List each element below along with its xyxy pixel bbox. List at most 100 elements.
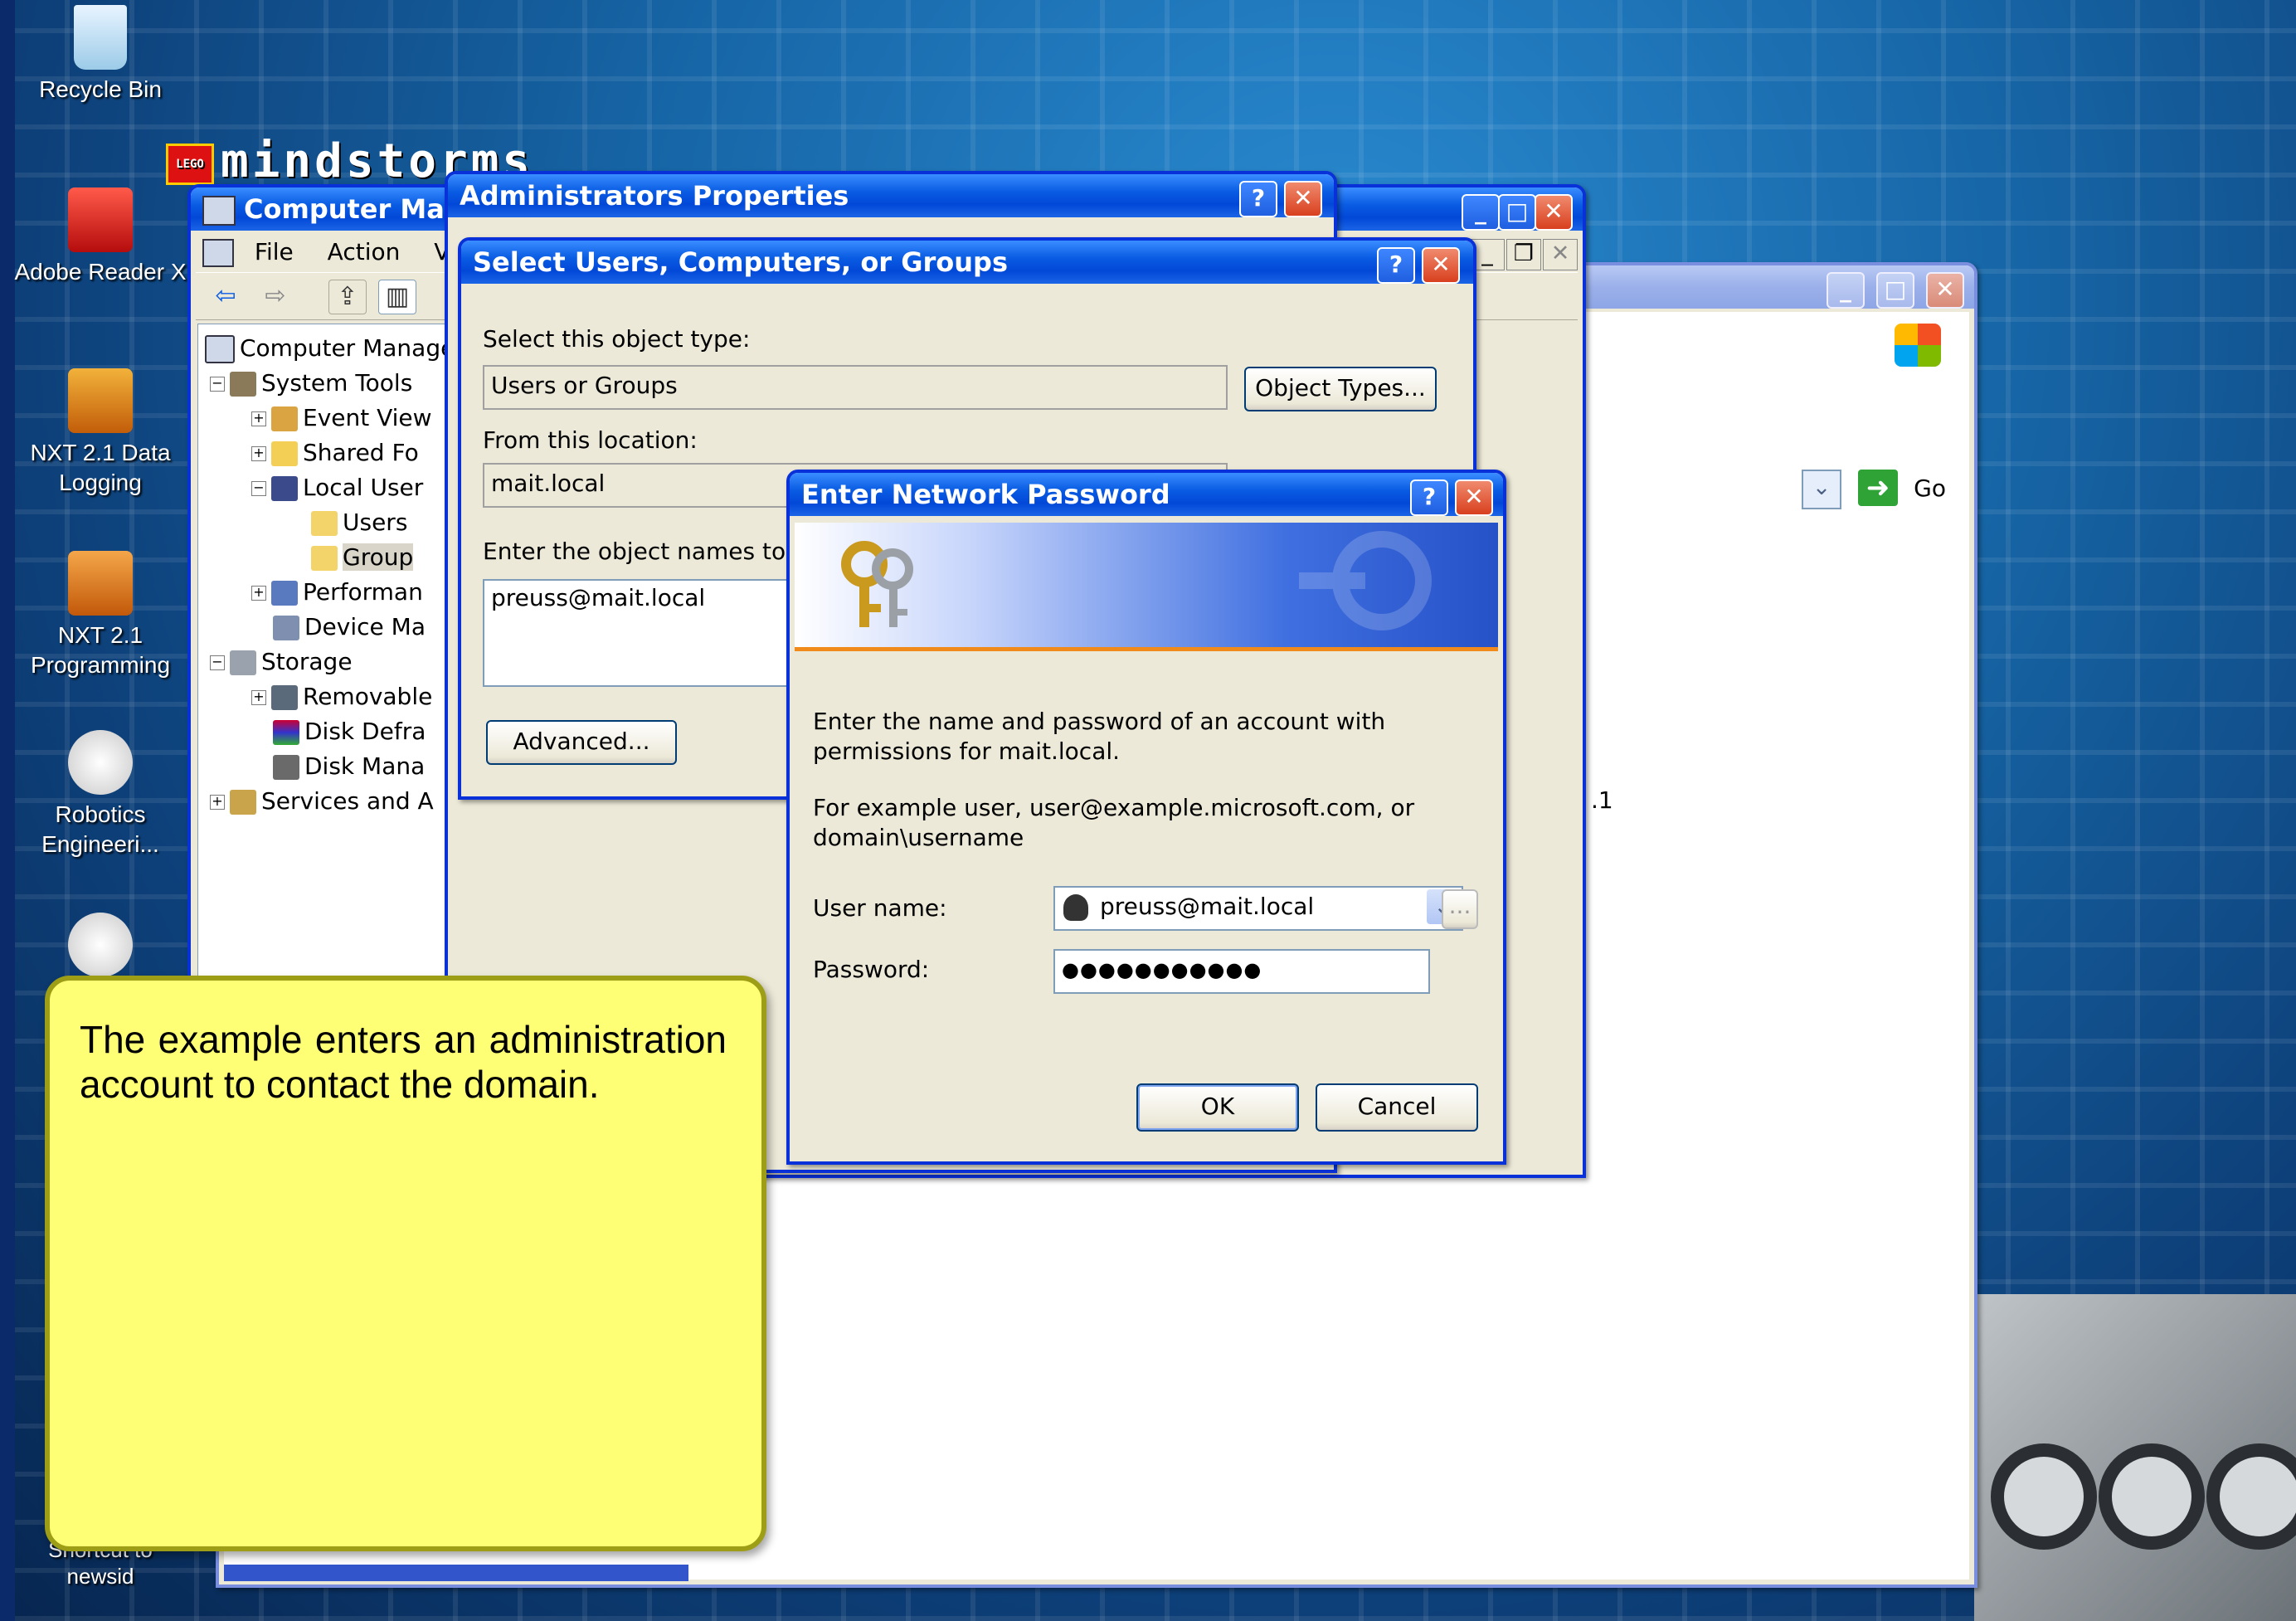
tree-item-storage[interactable]: − Storage	[210, 645, 353, 679]
nxt-programming-icon	[68, 551, 133, 616]
tree-item-label: Local User	[303, 474, 424, 501]
desktop-icon-adobe-reader[interactable]: Adobe Reader X	[13, 187, 187, 287]
services-icon	[230, 790, 256, 815]
nxt-logo-icon	[68, 913, 133, 977]
password-input[interactable]: ●●●●●●●●●●●	[1053, 949, 1430, 994]
dialog-title: Administrators Properties	[460, 180, 849, 212]
storage-icon	[230, 650, 256, 675]
desktop-icon-recycle-bin[interactable]: Recycle Bin	[13, 5, 187, 105]
content-fragment: .1	[1591, 786, 1613, 814]
maximize-button[interactable]: □	[1876, 272, 1914, 309]
network-password-dialog[interactable]: Enter Network Password ? ✕ Enter the nam…	[786, 470, 1506, 1165]
chevron-down-icon[interactable]: ⌄	[1802, 470, 1841, 509]
inner-close-button[interactable]: ✕	[1543, 239, 1578, 270]
menu-file[interactable]: File	[241, 234, 307, 270]
advanced-button[interactable]: Advanced...	[486, 720, 677, 765]
help-button[interactable]: ?	[1410, 479, 1448, 516]
administrators-properties-titlebar[interactable]: Administrators Properties	[448, 174, 1334, 217]
tree-item-event-viewer[interactable]: + Event View	[251, 401, 432, 436]
close-button[interactable]: ✕	[1422, 247, 1460, 284]
tree-item-device-manager[interactable]: Device Ma	[273, 610, 426, 645]
inner-window-controls: _ ❐ ✕	[1470, 239, 1578, 272]
tree-item-performance[interactable]: + Performan	[251, 575, 423, 610]
callout-text: The example enters an administration acc…	[80, 1018, 727, 1106]
tree-item-disk-management[interactable]: Disk Mana	[273, 749, 425, 784]
gear-ring-icon	[2099, 1443, 2205, 1550]
select-users-titlebar[interactable]: Select Users, Computers, or Groups	[461, 241, 1473, 284]
windows-logo-icon	[1895, 324, 1941, 367]
gear-ring-icon	[2206, 1443, 2296, 1550]
maximize-button[interactable]: □	[1498, 194, 1536, 231]
tree-item-services-and-applications[interactable]: + Services and A	[210, 784, 434, 819]
tree-item-computer-management[interactable]: Computer Manage	[205, 331, 448, 366]
close-button[interactable]: ✕	[1926, 272, 1964, 309]
browse-button[interactable]: ...	[1442, 889, 1478, 929]
desktop-icon-nxt-programming[interactable]: NXT 2.1 Programming	[13, 551, 187, 680]
tree-item-users[interactable]: Users	[311, 505, 407, 540]
tree-item-groups[interactable]: Group	[311, 540, 414, 575]
expand-icon[interactable]: +	[251, 586, 266, 601]
taskbar-fragment	[224, 1565, 688, 1581]
collapse-icon[interactable]: −	[251, 481, 266, 496]
ok-button[interactable]: OK	[1136, 1083, 1299, 1132]
object-types-button[interactable]: Object Types...	[1244, 367, 1437, 411]
gear-ring-icon	[1991, 1443, 2097, 1550]
disk-management-icon	[273, 755, 299, 780]
username-value: preuss@mait.local	[1100, 893, 1315, 920]
tree-item-disk-defragmenter[interactable]: Disk Defra	[273, 714, 426, 749]
tree-item-label: Storage	[261, 648, 353, 675]
device-manager-icon	[273, 616, 299, 640]
up-folder-icon[interactable]: ⇪	[328, 280, 367, 314]
desktop-icon-label: Adobe Reader X	[14, 259, 187, 285]
minimize-button[interactable]: _	[1462, 194, 1500, 231]
collapse-icon[interactable]: −	[210, 655, 225, 670]
expand-icon[interactable]: +	[210, 795, 225, 810]
tree-item-label: Disk Defra	[304, 718, 426, 745]
dialog-title: Enter Network Password	[801, 479, 1170, 510]
system-tools-icon	[230, 372, 256, 397]
desktop-icon-nxt-data-logging[interactable]: NXT 2.1 Data Logging	[13, 368, 187, 498]
cancel-button[interactable]: Cancel	[1316, 1083, 1478, 1132]
close-button[interactable]: ✕	[1455, 479, 1493, 516]
help-button[interactable]: ?	[1239, 181, 1277, 217]
tree-item-shared-folders[interactable]: + Shared Fo	[251, 436, 419, 470]
removable-storage-icon	[271, 685, 298, 710]
expand-icon[interactable]: +	[251, 690, 266, 705]
tree-item-system-tools[interactable]: − System Tools	[210, 366, 412, 401]
recycle-bin-icon	[74, 5, 127, 70]
desktop-icon-nxt-partial[interactable]	[13, 913, 187, 979]
show-hide-tree-icon[interactable]: ▥	[378, 280, 416, 314]
object-type-label: Select this object type:	[483, 325, 751, 353]
tree-item-label: Device Ma	[304, 613, 426, 640]
close-button[interactable]: ✕	[1284, 181, 1322, 217]
go-label[interactable]: Go	[1914, 475, 1946, 502]
expand-icon[interactable]: +	[251, 411, 266, 426]
keys-icon	[841, 541, 913, 627]
username-combobox[interactable]: preuss@mait.local ⌄	[1053, 886, 1463, 931]
help-button[interactable]: ?	[1377, 247, 1415, 284]
network-password-titlebar[interactable]: Enter Network Password	[790, 473, 1503, 516]
tree-item-local-users[interactable]: − Local User	[251, 470, 423, 505]
wallpaper-lego-machine	[1974, 1294, 2296, 1621]
nxt-data-logging-icon	[68, 368, 133, 433]
collapse-icon[interactable]: −	[210, 377, 225, 392]
object-names-label: Enter the object names to sel	[483, 538, 826, 565]
mmc-icon	[202, 239, 234, 267]
tutorial-callout: The example enters an administration acc…	[45, 976, 766, 1551]
watermark-keys-icon	[1299, 531, 1432, 630]
back-arrow-icon[interactable]: ⇦	[207, 280, 244, 313]
forward-arrow-icon[interactable]: ⇨	[257, 280, 294, 313]
minimize-button[interactable]: _	[1827, 272, 1865, 309]
close-button[interactable]: ✕	[1535, 194, 1573, 231]
expand-icon[interactable]: +	[251, 446, 266, 461]
inner-restore-button[interactable]: ❐	[1506, 239, 1541, 270]
user-icon	[1063, 894, 1088, 921]
desktop-icon-robotics-engineering[interactable]: Robotics Engineeri...	[13, 730, 187, 859]
disk-defragmenter-icon	[273, 720, 299, 745]
menu-action[interactable]: Action	[314, 234, 414, 270]
tree-item-removable-storage[interactable]: + Removable	[251, 679, 432, 714]
go-arrow-icon[interactable]: ➜	[1858, 470, 1898, 506]
tree-item-label: Event View	[303, 404, 432, 431]
tree-item-label: Computer Manage	[240, 334, 448, 362]
event-viewer-icon	[271, 406, 298, 431]
